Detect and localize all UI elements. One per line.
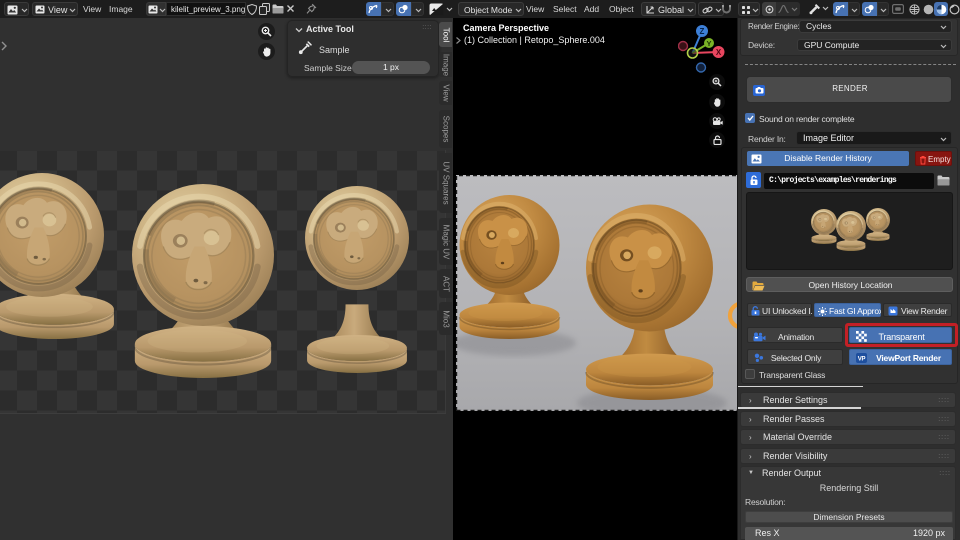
svg-text:X: X [716, 48, 722, 57]
svg-text:Y: Y [706, 39, 711, 48]
svg-text:Z: Z [700, 27, 705, 36]
